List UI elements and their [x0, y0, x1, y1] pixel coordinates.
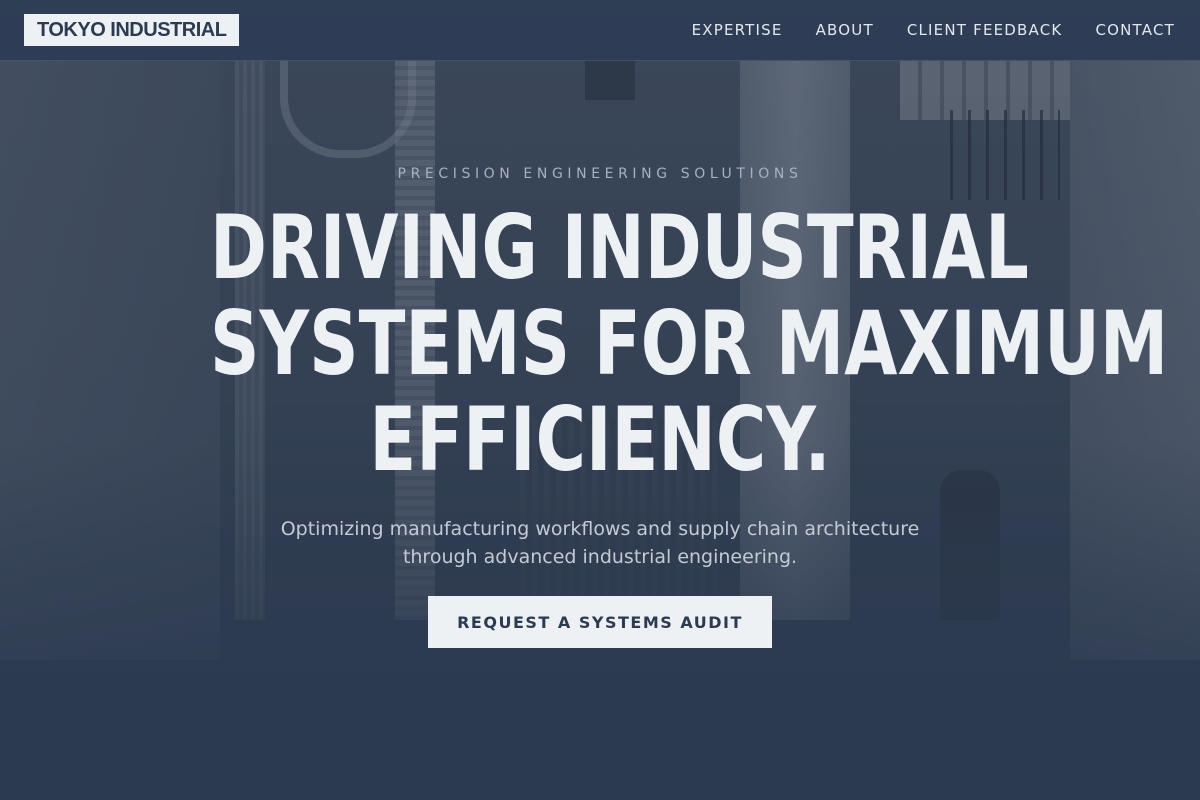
hero-subcopy-line: through advanced industrial engineering.: [402, 546, 798, 568]
hero-subcopy: Optimizing manufacturing workflows and s…: [250, 515, 950, 571]
hero-subcopy-line: Optimizing manufacturing workflows and s…: [280, 518, 920, 540]
hero-eyebrow: PRECISION ENGINEERING SOLUTIONS: [397, 166, 803, 182]
site-logo[interactable]: TOKYO INDUSTRIAL: [24, 14, 240, 46]
main-nav: EXPERTISE ABOUT CLIENT FEEDBACK CONTACT: [692, 0, 1175, 60]
hero-headline-line: DRIVING INDUSTRIAL: [210, 196, 1029, 299]
hero-section: PRECISION ENGINEERING SOLUTIONS DRIVING …: [0, 0, 1200, 800]
nav-link-about[interactable]: ABOUT: [816, 21, 874, 39]
nav-link-client-feedback[interactable]: CLIENT FEEDBACK: [907, 21, 1063, 39]
nav-link-contact[interactable]: CONTACT: [1095, 21, 1175, 39]
hero-headline-line: SYSTEMS FOR MAXIMUM: [210, 292, 1169, 395]
request-audit-button[interactable]: REQUEST A SYSTEMS AUDIT: [428, 596, 772, 648]
hero-headline: DRIVING INDUSTRIAL SYSTEMS FOR MAXIMUM E…: [210, 196, 1169, 491]
site-header: TOKYO INDUSTRIAL EXPERTISE ABOUT CLIENT …: [0, 0, 1200, 61]
nav-link-expertise[interactable]: EXPERTISE: [692, 21, 783, 39]
landing-page: TOKYO INDUSTRIAL EXPERTISE ABOUT CLIENT …: [0, 0, 1200, 800]
hero-headline-line: EFFICIENCY.: [369, 388, 831, 491]
